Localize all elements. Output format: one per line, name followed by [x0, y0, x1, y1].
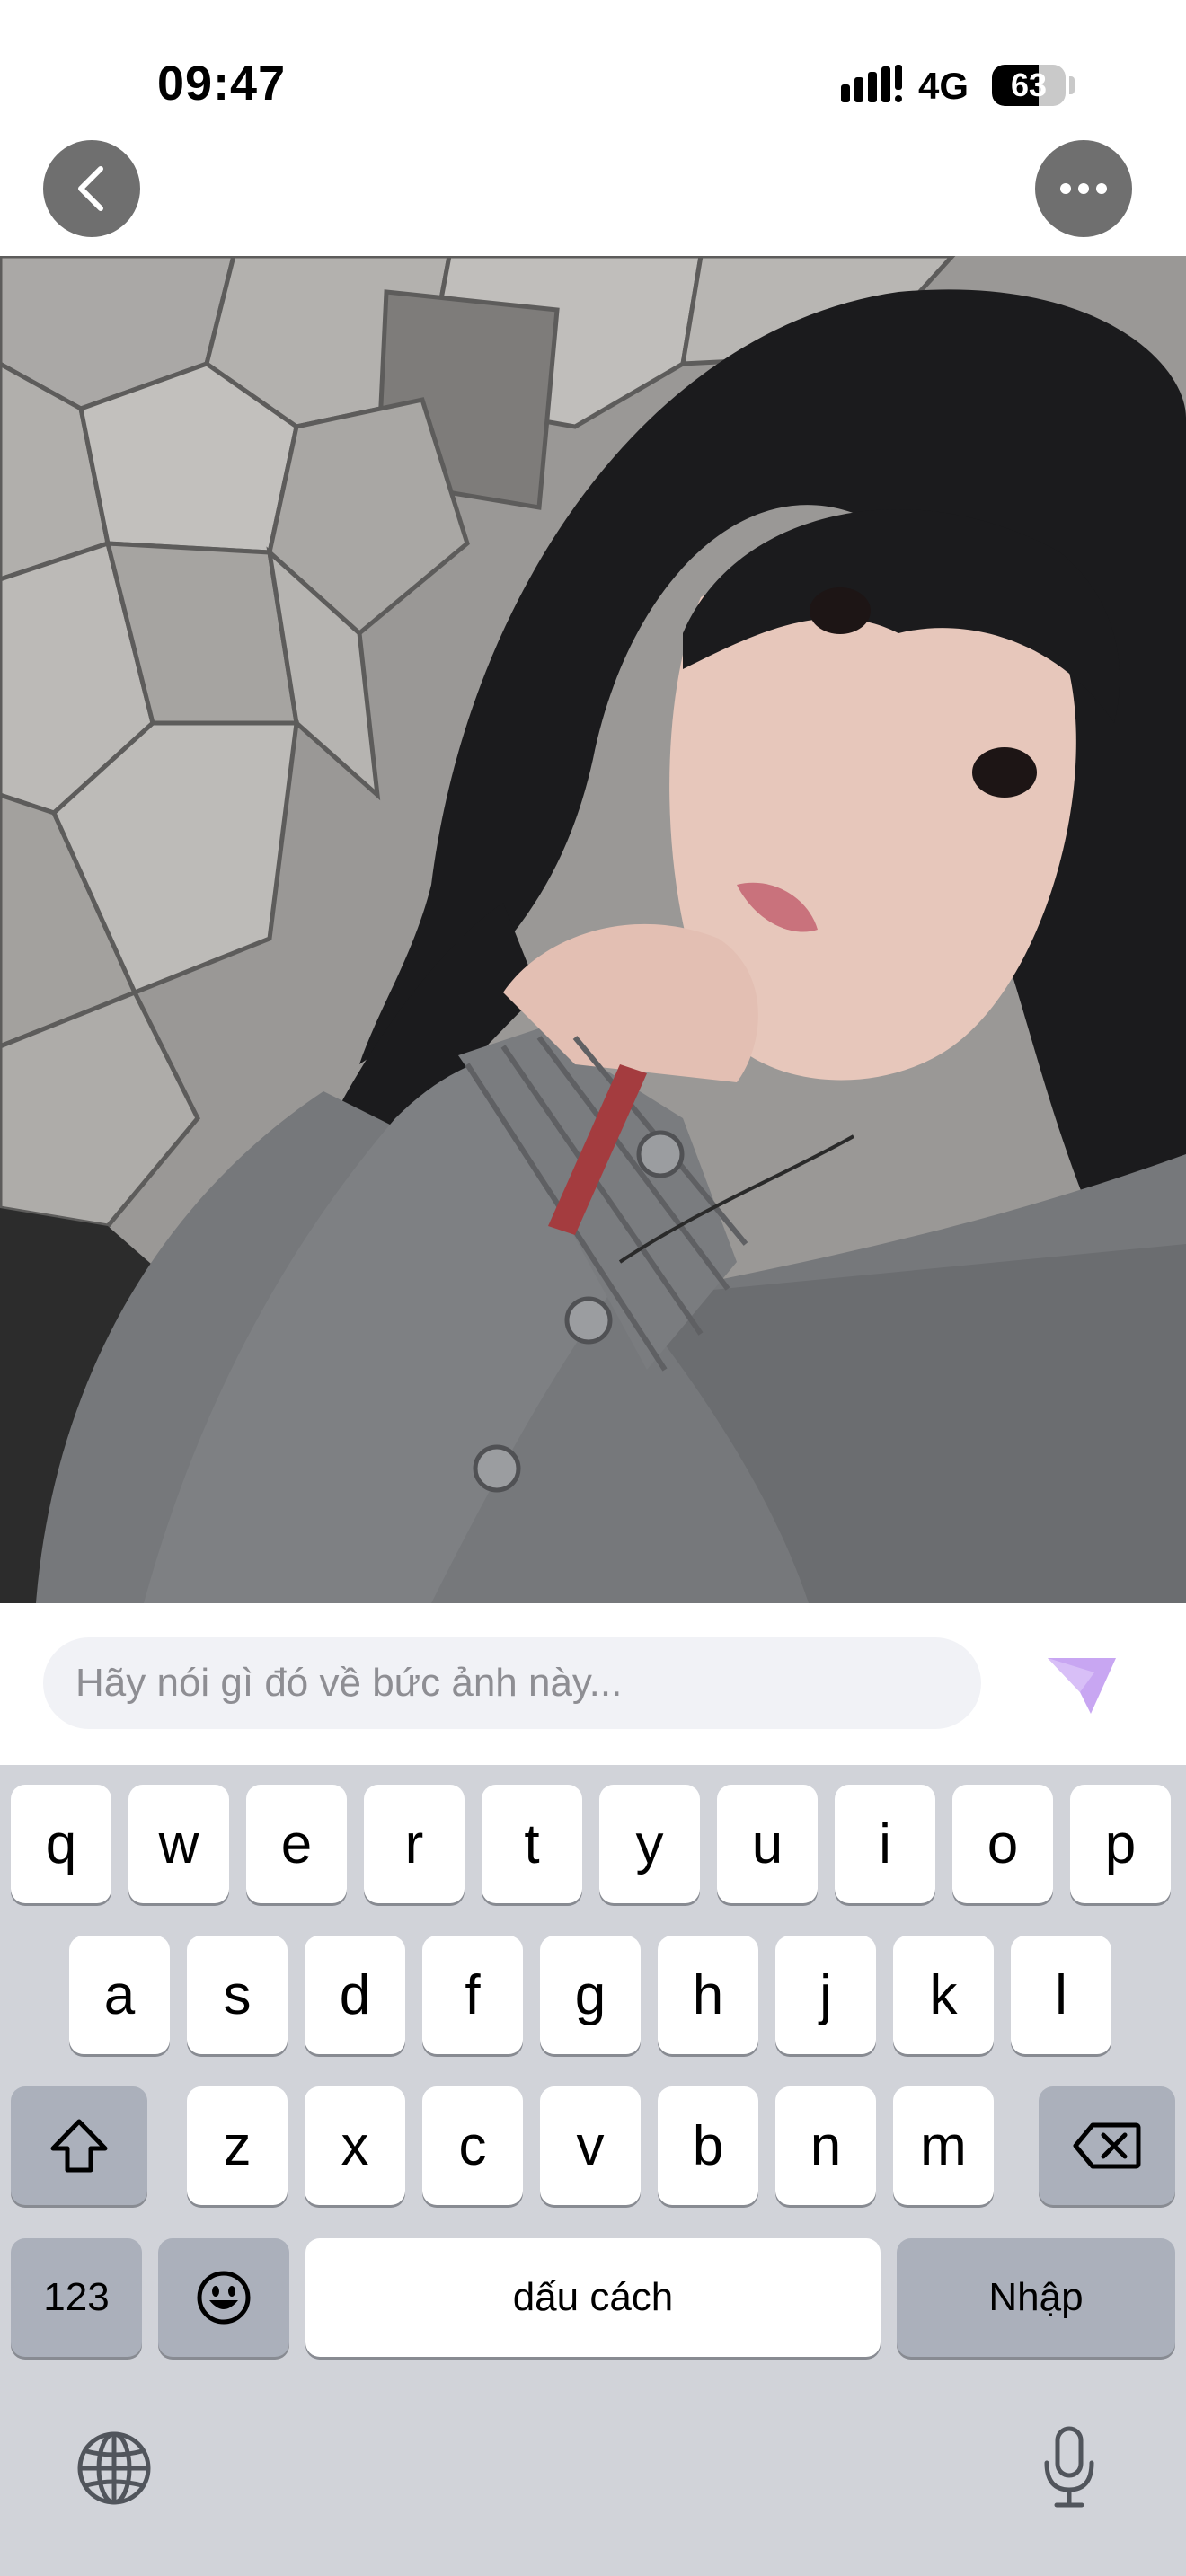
key-f[interactable]: f — [422, 1936, 523, 2054]
selfie-photo[interactable] — [0, 256, 1186, 1603]
emoji-key[interactable] — [158, 2238, 289, 2357]
ellipsis-icon — [1060, 183, 1107, 194]
key-y[interactable]: y — [599, 1785, 700, 1903]
key-k[interactable]: k — [893, 1936, 994, 2054]
key-a[interactable]: a — [69, 1936, 170, 2054]
backspace-key[interactable] — [1039, 2086, 1175, 2205]
return-key[interactable]: Nhập — [897, 2238, 1175, 2357]
microphone-icon[interactable] — [1042, 2425, 1096, 2510]
more-options-button[interactable] — [1035, 140, 1132, 237]
status-time: 09:47 — [157, 57, 287, 110]
key-s[interactable]: s — [187, 1936, 288, 2054]
key-g[interactable]: g — [540, 1936, 641, 2054]
space-key[interactable]: dấu cách — [305, 2238, 881, 2357]
key-v[interactable]: v — [540, 2086, 641, 2205]
key-m[interactable]: m — [893, 2086, 994, 2205]
send-icon[interactable] — [1044, 1653, 1120, 1719]
network-type: 4G — [918, 65, 969, 107]
key-d[interactable]: d — [305, 1936, 405, 2054]
key-o[interactable]: o — [952, 1785, 1053, 1903]
key-w[interactable]: w — [128, 1785, 229, 1903]
key-p[interactable]: p — [1070, 1785, 1171, 1903]
battery-icon: 63 — [992, 65, 1066, 106]
key-z[interactable]: z — [187, 2086, 288, 2205]
key-c[interactable]: c — [422, 2086, 523, 2205]
key-n[interactable]: n — [775, 2086, 876, 2205]
battery-percent: 63 — [1010, 66, 1048, 103]
key-x[interactable]: x — [305, 2086, 405, 2205]
key-u[interactable]: u — [717, 1785, 818, 1903]
comment-input[interactable] — [43, 1637, 981, 1729]
key-q[interactable]: q — [11, 1785, 111, 1903]
key-l[interactable]: l — [1011, 1936, 1111, 2054]
backspace-icon — [1073, 2122, 1141, 2169]
key-h[interactable]: h — [658, 1936, 758, 2054]
key-b[interactable]: b — [658, 2086, 758, 2205]
key-e[interactable]: e — [246, 1785, 347, 1903]
key-j[interactable]: j — [775, 1936, 876, 2054]
chevron-left-icon — [78, 166, 103, 211]
shift-key[interactable] — [11, 2086, 147, 2205]
key-r[interactable]: r — [364, 1785, 465, 1903]
battery-cap — [1069, 76, 1075, 94]
globe-icon[interactable] — [75, 2430, 153, 2507]
back-button[interactable] — [43, 140, 140, 237]
numbers-key[interactable]: 123 — [11, 2238, 142, 2357]
key-i[interactable]: i — [835, 1785, 935, 1903]
shift-icon — [50, 2119, 108, 2173]
signal-strength-icon — [841, 65, 902, 102]
key-t[interactable]: t — [482, 1785, 582, 1903]
emoji-icon — [197, 2271, 251, 2325]
